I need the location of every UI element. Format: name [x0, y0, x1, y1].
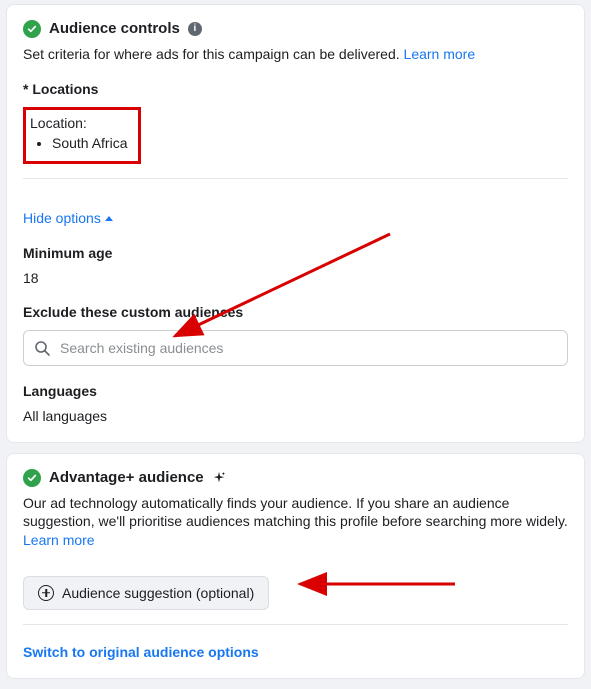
audience-suggestion-label: Audience suggestion (optional)	[62, 585, 254, 601]
section-description: Set criteria for where ads for this camp…	[23, 45, 568, 64]
info-icon[interactable]: i	[188, 22, 202, 36]
divider	[23, 178, 568, 179]
sparkle-icon	[212, 471, 226, 485]
description-text: Our ad technology automatically finds yo…	[23, 495, 568, 530]
section-description: Our ad technology automatically finds yo…	[23, 494, 568, 550]
learn-more-link[interactable]: Learn more	[23, 532, 95, 548]
search-box[interactable]	[23, 330, 568, 366]
search-input[interactable]	[58, 339, 557, 357]
check-circle-icon	[23, 20, 41, 38]
section-header: Advantage+ audience	[23, 468, 568, 488]
exclude-audiences-label: Exclude these custom audiences	[23, 303, 568, 322]
locations-label: * Locations	[23, 80, 568, 99]
learn-more-link[interactable]: Learn more	[404, 46, 476, 62]
audience-controls-card: Audience controls i Set criteria for whe…	[6, 4, 585, 443]
hide-options-label: Hide options	[23, 209, 101, 228]
section-header: Audience controls i	[23, 19, 568, 39]
switch-audience-link[interactable]: Switch to original audience options	[23, 643, 259, 662]
languages-label: Languages	[23, 382, 568, 401]
advantage-audience-card: Advantage+ audience Our ad technology au…	[6, 453, 585, 679]
divider	[23, 624, 568, 625]
description-text: Set criteria for where ads for this camp…	[23, 46, 404, 62]
plus-circle-icon	[38, 585, 54, 601]
section-title: Audience controls	[49, 19, 180, 39]
search-icon	[34, 340, 50, 356]
audience-suggestion-button[interactable]: Audience suggestion (optional)	[23, 576, 269, 610]
chevron-up-icon	[105, 216, 113, 221]
section-title: Advantage+ audience	[49, 468, 204, 488]
min-age-label: Minimum age	[23, 244, 568, 263]
check-circle-icon	[23, 469, 41, 487]
location-list: South Africa	[30, 134, 128, 153]
location-title: Location:	[30, 114, 128, 133]
location-item: South Africa	[52, 134, 128, 153]
languages-value: All languages	[23, 407, 568, 426]
location-highlight-box: Location: South Africa	[23, 107, 141, 165]
min-age-value: 18	[23, 269, 568, 288]
hide-options-toggle[interactable]: Hide options	[23, 209, 113, 228]
